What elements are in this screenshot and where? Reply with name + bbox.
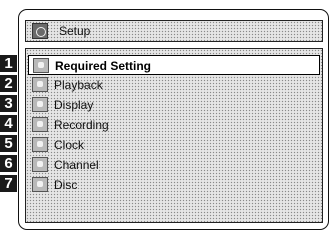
callout-number: 2 [0, 75, 17, 92]
callout-number: 7 [0, 175, 17, 192]
callout-number: 5 [0, 135, 17, 152]
clock-icon [32, 137, 48, 152]
menu-item-channel[interactable]: Channel [28, 155, 320, 175]
menu-item-label: Channel [54, 158, 99, 172]
title-bar: Setup [25, 20, 323, 42]
menu-item-display[interactable]: Display [28, 95, 320, 115]
display-icon [32, 97, 48, 112]
menu-item-clock[interactable]: Clock [28, 135, 320, 155]
page-title: Setup [59, 24, 91, 38]
recording-icon [32, 117, 48, 132]
callout-number: 4 [0, 115, 17, 132]
setup-icon [32, 23, 48, 39]
required-setting-icon [33, 58, 49, 73]
menu-item-label: Clock [54, 138, 85, 152]
callout-number: 6 [0, 155, 17, 172]
disc-icon [32, 177, 48, 192]
menu-item-recording[interactable]: Recording [28, 115, 320, 135]
channel-icon [32, 157, 48, 172]
callout-number: 1 [0, 55, 17, 72]
playback-icon [32, 77, 48, 92]
menu-item-label: Display [54, 98, 94, 112]
menu-item-label: Disc [54, 178, 78, 192]
setup-menu-panel: Required Setting Playback Display Record… [25, 48, 323, 223]
menu-item-disc[interactable]: Disc [28, 175, 320, 195]
menu-item-playback[interactable]: Playback [28, 75, 320, 95]
menu-item-label: Required Setting [55, 59, 152, 73]
menu-item-label: Playback [54, 78, 103, 92]
menu-item-label: Recording [54, 118, 109, 132]
callout-number: 3 [0, 95, 17, 112]
menu-item-required-setting[interactable]: Required Setting [28, 55, 320, 75]
